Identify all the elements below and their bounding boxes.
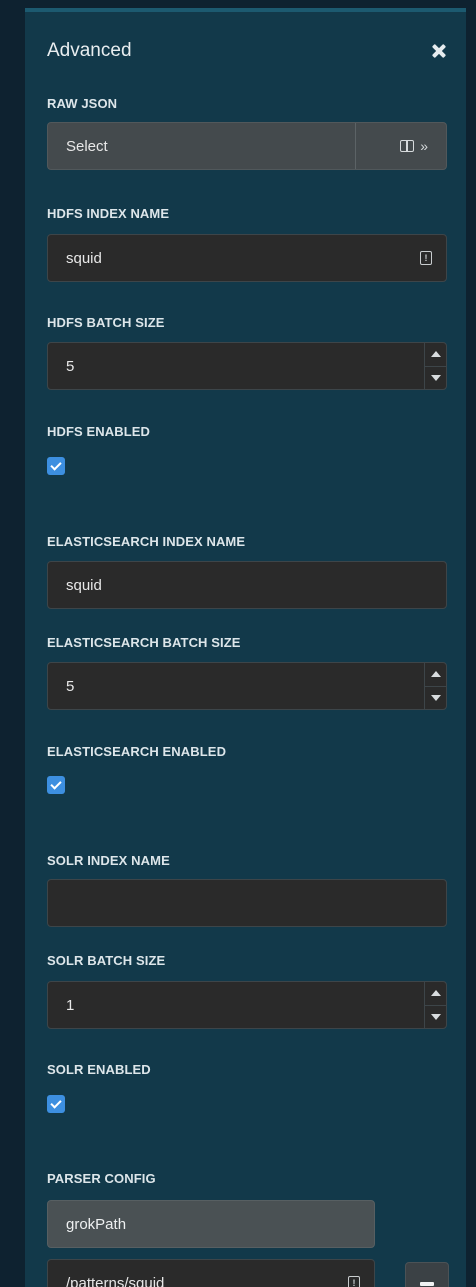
solr-index-name-label: SOLR INDEX NAME	[47, 853, 170, 868]
raw-json-expand-button[interactable]: »	[400, 123, 428, 169]
info-icon: !	[348, 1276, 360, 1287]
check-icon	[50, 459, 62, 471]
decrement-button[interactable]	[425, 1004, 446, 1029]
info-icon: !	[420, 251, 432, 265]
hdfs-enabled-label: HDFS ENABLED	[47, 424, 151, 439]
es-enabled-checkbox[interactable]	[47, 776, 65, 794]
increment-button[interactable]	[425, 663, 446, 686]
double-chevron-right-icon: »	[420, 138, 428, 154]
caret-up-icon	[430, 671, 441, 678]
panel-top-rule	[25, 8, 466, 12]
es-enabled-label: ELASTICSEARCH ENABLED	[47, 744, 227, 759]
check-icon	[50, 778, 62, 790]
increment-button[interactable]	[425, 982, 446, 1005]
panel-header: Advanced	[47, 36, 448, 66]
hdfs-batch-size-input[interactable]: 5	[47, 342, 447, 390]
panel-icon	[400, 140, 415, 152]
check-icon	[50, 1097, 62, 1109]
raw-json-select[interactable]: Select »	[47, 122, 447, 170]
es-index-name-label: ELASTICSEARCH INDEX NAME	[47, 534, 246, 549]
remove-config-button[interactable]	[405, 1262, 449, 1287]
select-divider	[355, 123, 356, 169]
close-icon[interactable]	[430, 42, 448, 60]
raw-json-label: RAW JSON	[47, 96, 118, 111]
hdfs-batch-size-label: HDFS BATCH SIZE	[47, 315, 165, 330]
solr-index-name-input[interactable]	[47, 879, 447, 927]
caret-down-icon	[430, 374, 441, 381]
hdfs-index-name-label: HDFS INDEX NAME	[47, 206, 170, 221]
solr-enabled-label: SOLR ENABLED	[47, 1062, 151, 1077]
es-batch-size-value: 5	[66, 677, 75, 695]
solr-batch-size-value: 1	[66, 996, 75, 1014]
es-batch-size-spinner	[424, 663, 446, 709]
hdfs-enabled-checkbox[interactable]	[47, 457, 65, 475]
parser-config-value-text: /patterns/squid	[66, 1274, 165, 1287]
hdfs-batch-size-value: 5	[66, 357, 75, 375]
solr-enabled-checkbox[interactable]	[47, 1095, 65, 1113]
increment-button[interactable]	[425, 343, 446, 366]
hdfs-index-name-value: squid	[66, 249, 102, 267]
es-batch-size-label: ELASTICSEARCH BATCH SIZE	[47, 635, 241, 650]
caret-up-icon	[430, 990, 441, 997]
decrement-button[interactable]	[425, 365, 446, 390]
caret-up-icon	[430, 351, 441, 358]
parser-config-key-input[interactable]: grokPath	[47, 1200, 375, 1248]
parser-config-key-value: grokPath	[66, 1215, 127, 1233]
parser-config-value-input[interactable]: /patterns/squid !	[47, 1259, 375, 1287]
es-batch-size-input[interactable]: 5	[47, 662, 447, 710]
minus-icon	[420, 1282, 434, 1286]
es-index-name-value: squid	[66, 576, 102, 594]
hdfs-index-name-input[interactable]: squid !	[47, 234, 447, 282]
advanced-panel: Advanced RAW JSON Select » HDFS INDEX NA…	[25, 8, 466, 1287]
caret-down-icon	[430, 1013, 441, 1020]
raw-json-select-value: Select	[66, 137, 108, 155]
es-index-name-input[interactable]: squid	[47, 561, 447, 609]
solr-batch-size-input[interactable]: 1	[47, 981, 447, 1029]
decrement-button[interactable]	[425, 685, 446, 710]
hdfs-batch-size-spinner	[424, 343, 446, 389]
panel-title: Advanced	[47, 40, 132, 61]
parser-config-label: PARSER CONFIG	[47, 1171, 156, 1186]
solr-batch-size-label: SOLR BATCH SIZE	[47, 953, 166, 968]
solr-batch-size-spinner	[424, 982, 446, 1028]
caret-down-icon	[430, 694, 441, 701]
